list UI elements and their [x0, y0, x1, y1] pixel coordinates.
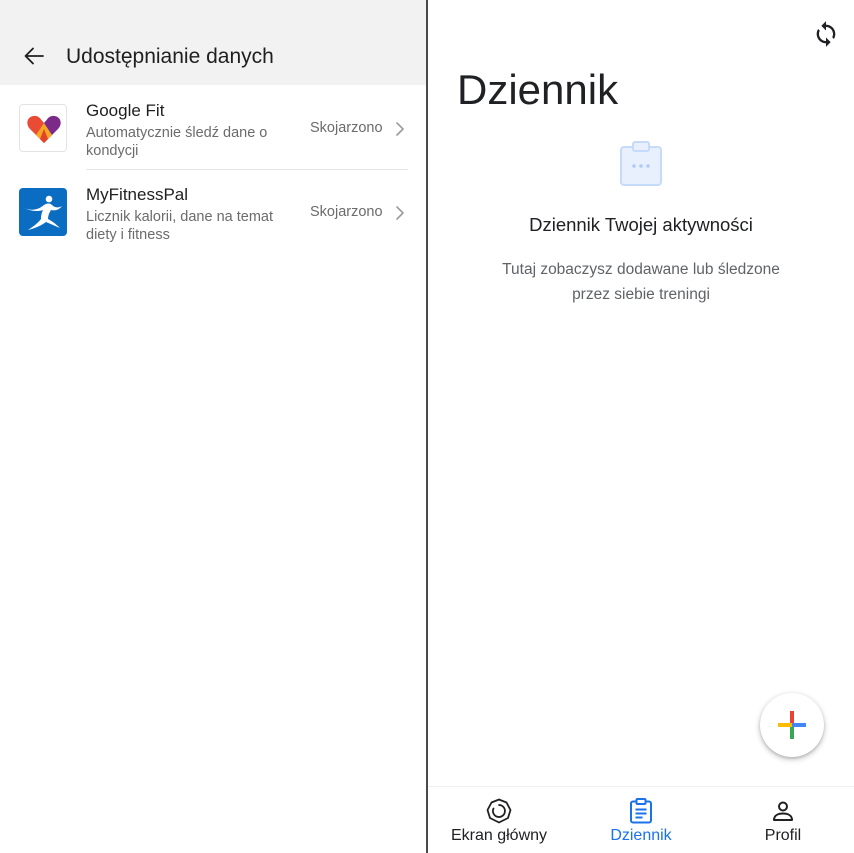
- app-row-google-fit[interactable]: Google Fit Automatycznie śledź dane o ko…: [0, 86, 426, 170]
- empty-state-description: Tutaj zobaczysz dodawane lub śledzone pr…: [502, 261, 780, 303]
- back-arrow-icon: [24, 47, 44, 65]
- chevron-right-icon: [396, 206, 404, 220]
- plus-icon: [778, 711, 806, 739]
- page-title: Udostępnianie danych: [66, 45, 274, 68]
- google-fit-heart-logo: [19, 104, 67, 152]
- data-sharing-header: Udostępnianie danych: [0, 0, 426, 85]
- chevron-right-icon: [396, 122, 404, 136]
- home-ring-icon: [486, 798, 512, 824]
- back-button[interactable]: [18, 40, 50, 72]
- nav-label-home: Ekran główny: [450, 827, 548, 844]
- sync-icon: [816, 21, 836, 47]
- empty-state-title: Dziennik Twojej aktywności: [529, 214, 753, 235]
- nav-profile[interactable]: Profil: [712, 787, 854, 853]
- app-row-myfitnesspal[interactable]: MyFitnessPal Licznik kalorii, dane na te…: [0, 170, 426, 254]
- data-sharing-pane: Udostępnianie danych Google Fit Automaty…: [0, 0, 426, 853]
- nav-label-journal: Dziennik: [610, 827, 672, 844]
- app-name: MyFitnessPal: [86, 185, 189, 204]
- journal-clipboard-icon: [620, 141, 662, 186]
- app-description: Licznik kalorii, dane na temat diety i f…: [86, 209, 273, 243]
- myfitnesspal-logo: [19, 188, 67, 236]
- link-status: Skojarzono: [310, 120, 383, 136]
- app-name: Google Fit: [86, 101, 165, 120]
- add-activity-button[interactable]: [760, 693, 824, 757]
- journal-icon: [630, 798, 652, 824]
- sync-button[interactable]: [812, 20, 840, 48]
- journal-pane: Dziennik Dziennik Twojej aktywności Tuta…: [428, 0, 854, 853]
- nav-label-profile: Profil: [764, 827, 802, 844]
- profile-icon: [773, 801, 793, 821]
- journal-title: Dziennik: [457, 66, 619, 113]
- bottom-navigation: Ekran główny Dziennik Profil: [428, 786, 854, 853]
- link-status: Skojarzono: [310, 204, 383, 220]
- nav-home[interactable]: Ekran główny: [428, 787, 570, 853]
- nav-journal[interactable]: Dziennik: [570, 787, 712, 853]
- app-description: Automatycznie śledź dane o kondycji: [86, 125, 268, 159]
